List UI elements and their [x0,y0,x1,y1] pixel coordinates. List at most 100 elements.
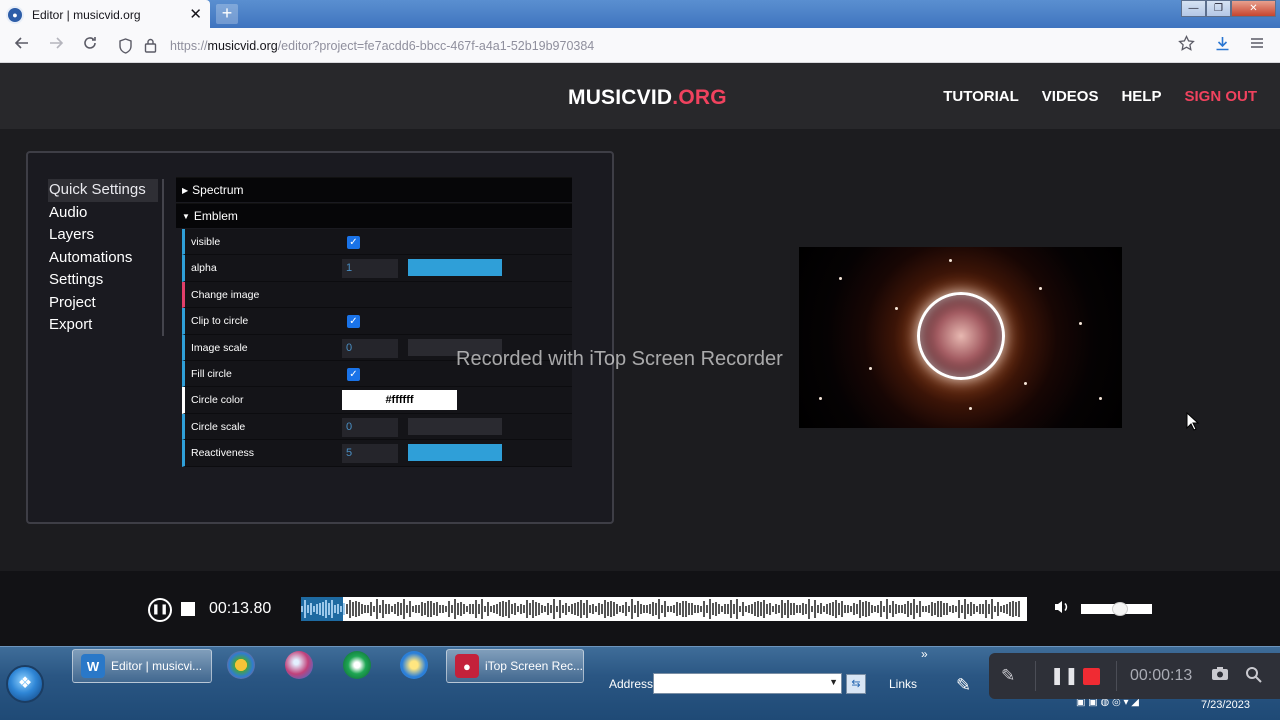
circle-scale-input[interactable]: 0 [342,417,398,437]
waveform-bar [625,601,627,617]
internet-explorer-icon[interactable] [400,651,428,679]
change-image-button[interactable]: Change image [191,289,259,301]
waveform-bar [775,603,777,615]
alpha-input[interactable]: 1 [342,259,398,279]
links-toolbar-label[interactable]: Links [889,677,917,691]
pause-recording-icon[interactable]: ❚❚ [1050,666,1079,686]
stop-recording-button[interactable] [1083,668,1100,685]
tray-date[interactable]: 7/23/2023 [1201,699,1250,711]
waveform-bar [769,603,771,615]
particle [895,307,898,310]
circle-color-picker[interactable]: #ffffff [342,390,457,411]
side-menu-layers[interactable]: Layers [48,224,162,247]
tracking-shield-icon[interactable] [118,38,133,59]
waveform-bar [304,599,306,619]
lock-icon[interactable] [144,38,157,58]
waveform-bar [970,601,972,617]
fill-circle-checkbox[interactable]: ✓ [347,367,360,381]
forward-icon[interactable] [48,35,64,56]
nav-help-link[interactable]: HELP [1121,88,1161,105]
pen-tool-icon[interactable]: ✎ [956,675,971,696]
bookmark-star-icon[interactable] [1178,34,1195,57]
site-logo[interactable]: MUSICVID.ORG [568,86,727,110]
volume-knob[interactable] [1112,602,1129,616]
tab-close-icon[interactable]: ✕ [189,5,202,23]
new-tab-button[interactable]: + [216,4,238,24]
waveform-bar [1018,600,1020,618]
section-emblem[interactable]: ▼ Emblem [176,203,572,228]
side-menu-audio[interactable]: Audio [48,202,162,225]
waveform-bar [478,604,480,614]
waveform-bar [703,600,705,618]
waveform-bar [439,605,441,613]
waveform-bar [778,605,780,613]
app-swirl-icon[interactable] [285,651,313,679]
video-preview-canvas[interactable] [799,247,1122,428]
reactiveness-input[interactable]: 5 [342,444,398,464]
nav-videos-link[interactable]: VIDEOS [1042,88,1099,105]
address-go-button[interactable]: ⇆ [846,674,866,694]
maximize-button[interactable]: ❐ [1206,0,1231,17]
side-menu-settings[interactable]: Settings [48,269,162,292]
waveform-bar [616,604,618,614]
windows-logo-icon[interactable] [227,651,255,679]
section-spectrum[interactable]: ▶ Spectrum [176,177,572,202]
nav-sign-out-link[interactable]: SIGN OUT [1184,88,1257,105]
browser-tab-active[interactable]: ● Editor | musicvid.org ✕ [0,0,210,29]
url-bar[interactable]: https://musicvid.org/editor?project=fe7a… [112,31,1172,60]
stop-button[interactable] [181,602,195,616]
camera-icon[interactable] [1211,666,1229,686]
side-menu-export[interactable]: Export [48,314,162,337]
waveform-bar [613,602,615,616]
taskbar-itop-window[interactable]: ● iTop Screen Rec... [446,649,584,683]
waveform-bar [547,602,549,616]
side-menu-automations[interactable]: Automations [48,247,162,270]
side-menu-project[interactable]: Project [48,292,162,315]
waveform-bar [979,603,981,614]
waveform-bar [805,604,807,614]
address-toolbar-input[interactable]: ▼ [653,673,842,694]
waveform-bar [442,605,444,613]
volume-icon[interactable] [1053,599,1071,620]
nav-tutorial-link[interactable]: TUTORIAL [943,88,1019,105]
waveform-bar [664,601,666,617]
waveform-bar [499,601,501,617]
image-scale-input[interactable]: 0 [342,338,398,358]
waveform-bar [754,601,756,617]
window-controls: — ❐ ✕ [1181,0,1276,17]
toolbar-chevron-icon[interactable]: » [921,647,928,661]
reactiveness-slider[interactable] [408,444,502,462]
waveform-bar [733,604,735,614]
visible-checkbox[interactable]: ✓ [347,236,360,249]
minimize-button[interactable]: — [1181,0,1206,17]
setting-row-circle-color: Circle color #ffffff [182,387,572,414]
setting-label: Reactiveness [191,447,255,460]
start-button[interactable]: ❖ [6,665,44,703]
side-menu-quick-settings[interactable]: Quick Settings [48,179,158,202]
waveform-bar [562,604,564,614]
pen-annotate-icon[interactable]: ✎ [1001,666,1015,686]
emblem-circle [917,292,1005,380]
back-icon[interactable] [14,35,30,56]
waveform-bar [985,600,987,618]
app-green-icon[interactable] [343,651,371,679]
setting-row-alpha: alpha 1 [182,255,572,282]
zoom-search-icon[interactable] [1245,666,1262,688]
downloads-icon[interactable] [1214,35,1231,57]
waveform-scrubber[interactable] [301,597,1027,621]
pause-button[interactable]: ❚❚ [148,598,172,622]
waveform-bar [829,602,831,616]
circle-scale-slider[interactable] [408,417,502,435]
dropdown-arrow-icon[interactable]: ▼ [829,677,838,687]
waveform-bar [943,602,945,616]
url-text[interactable]: https://musicvid.org/editor?project=fe7a… [170,39,594,53]
reload-icon[interactable] [82,35,98,56]
setting-row-change-image[interactable]: Change image [182,281,572,309]
taskbar-firefox-window[interactable]: W Editor | musicvi... [72,649,212,683]
alpha-slider[interactable] [408,259,502,277]
waveform-bar [991,599,993,619]
menu-hamburger-icon[interactable] [1249,35,1265,56]
waveform-bar [346,604,348,614]
clip-to-circle-checkbox[interactable]: ✓ [347,315,360,329]
close-window-button[interactable]: ✕ [1231,0,1276,17]
